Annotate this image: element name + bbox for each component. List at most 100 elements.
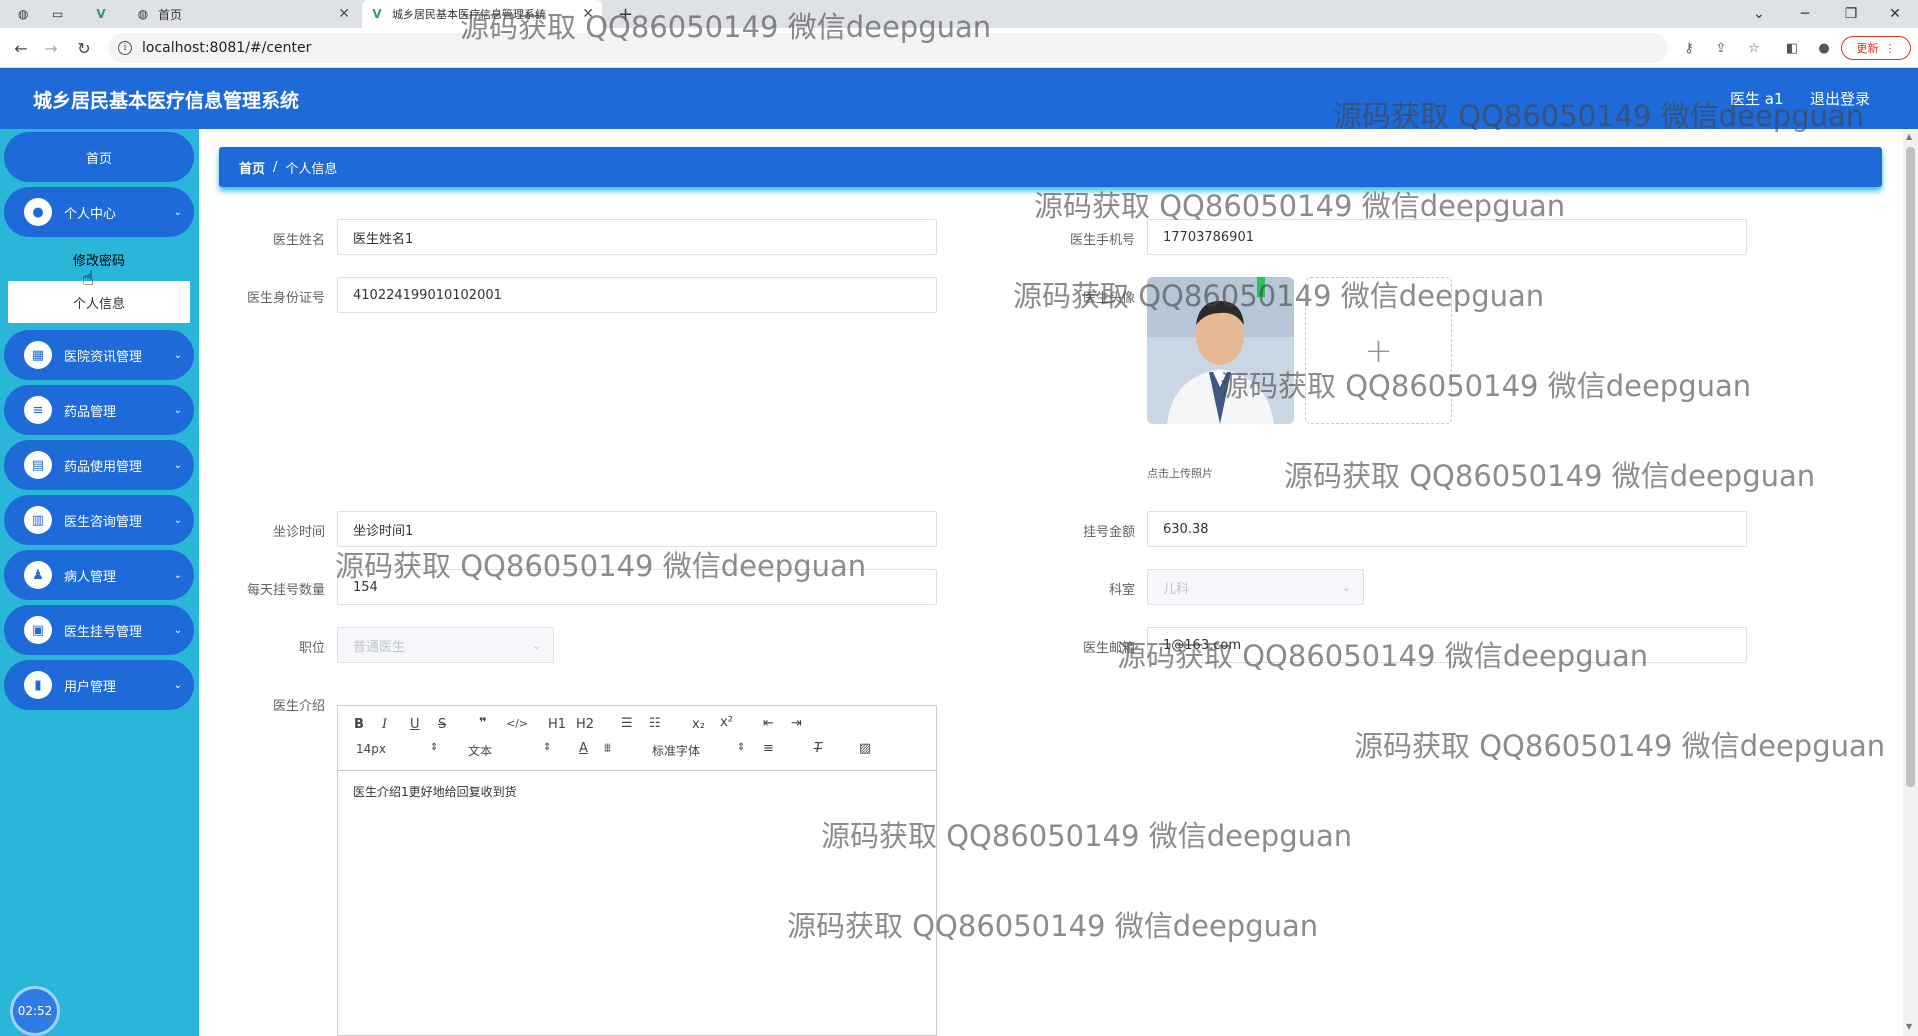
scroll-up-icon[interactable]: ▲ [1906, 132, 1912, 141]
editor-toolbar: B I U S ❞ </> H1 H2 ☰ ☷ x₂ x² ⇤ ⇥ 14px ⇕… [338, 706, 936, 771]
browser-tab-active[interactable]: V 城乡居民基本医疗信息管理系统 ✕ [362, 0, 602, 28]
sidebar-item-medicine-usage[interactable]: ▤ 药品使用管理 ⌄ [4, 440, 194, 490]
browser-tab[interactable]: ▭ [44, 0, 78, 28]
schedule-label: 坐诊时间 [272, 525, 325, 540]
bg-color-icon[interactable]: ⩩ [604, 741, 611, 756]
sidebar-item-doctor-consult[interactable]: ▥ 医生咨询管理 ⌄ [4, 495, 194, 545]
restore-icon[interactable]: ❐ [1828, 0, 1874, 28]
clock-widget: 02:52 [10, 986, 60, 1036]
watermark: 源码获取 QQ86050149 微信deepguan [1284, 459, 1816, 493]
chevron-down-icon: ⌄ [173, 679, 182, 691]
indent-icon[interactable]: ⇥ [791, 716, 802, 731]
sidebar-item-home[interactable]: 首页 [4, 132, 194, 182]
doctor-name-input[interactable]: 医生姓名1 [337, 219, 937, 255]
intro-editor: B I U S ❞ </> H1 H2 ☰ ☷ x₂ x² ⇤ ⇥ 14px ⇕… [337, 705, 937, 1036]
clear-format-icon[interactable]: T̶ [814, 741, 822, 756]
update-button[interactable]: 更新 ⋮ [1841, 36, 1911, 60]
url-input[interactable]: i localhost:8081/#/center [108, 33, 1668, 63]
sidebar-item-hospital-news[interactable]: ▦ 医院资讯管理 ⌄ [4, 330, 194, 380]
key-icon[interactable]: ⚷ [1680, 39, 1698, 57]
more-icon: ⋮ [1884, 41, 1896, 55]
font-size-select[interactable]: 14px [356, 742, 386, 756]
chevron-down-icon: ⌄ [173, 624, 182, 636]
sidebar-item-label: 首页 [85, 151, 112, 167]
sidebar-item-label: 个人中心 [64, 206, 117, 222]
font-family-select[interactable]: 标准字体 [652, 742, 700, 759]
subscript-button[interactable]: x₂ [692, 717, 705, 732]
scroll-thumb[interactable] [1906, 147, 1915, 787]
quote-icon[interactable]: ❞ [479, 716, 487, 731]
upload-photo-button[interactable]: + [1305, 277, 1452, 424]
info-icon[interactable]: i [118, 41, 132, 55]
text-color-icon[interactable]: A [579, 741, 588, 756]
sidebar-item-label: 药品使用管理 [64, 459, 143, 475]
bullet-list-icon[interactable]: ☷ [649, 716, 661, 731]
page-icon: ▭ [52, 7, 64, 21]
position-select[interactable]: 普通医生 ⌄ [337, 627, 554, 663]
heading1-button[interactable]: H1 [548, 717, 566, 732]
align-icon[interactable]: ≡ [763, 741, 774, 756]
sidebar-item-patients[interactable]: ♟ 病人管理 ⌄ [4, 550, 194, 600]
italic-icon[interactable]: I [382, 717, 387, 732]
profile-icon[interactable]: ● [1815, 39, 1833, 57]
email-input[interactable]: 1@163.com [1147, 627, 1747, 663]
close-window-icon[interactable]: ✕ [1872, 0, 1918, 28]
breadcrumb-current: 个人信息 [285, 161, 338, 177]
sidebar-item-personal-center[interactable]: ● 个人中心 ⌄ [4, 187, 194, 237]
sidebar-item-registration[interactable]: ▣ 医生挂号管理 ⌄ [4, 605, 194, 655]
sidebar-item-users[interactable]: ▮ 用户管理 ⌄ [4, 660, 194, 710]
page-scrollbar[interactable]: ▲ ▼ [1903, 129, 1918, 1036]
submenu-personal-info[interactable]: 个人信息 [8, 281, 190, 323]
sidebar-item-medicine[interactable]: ≡ 药品管理 ⌄ [4, 385, 194, 435]
bold-icon[interactable]: B [354, 717, 364, 732]
submenu-change-password[interactable]: 修改密码 [8, 238, 190, 280]
breadcrumb-home[interactable]: 首页 [239, 158, 265, 177]
reload-icon[interactable]: ↻ [73, 37, 95, 59]
browser-tab[interactable]: V [88, 0, 122, 28]
phone-input[interactable]: 17703786901 [1147, 219, 1747, 255]
sidepanel-icon[interactable]: ◧ [1783, 39, 1801, 57]
heading2-button[interactable]: H2 [576, 717, 594, 732]
department-select[interactable]: 儿科 ⌄ [1147, 569, 1364, 605]
editor-content[interactable]: 医生介绍1更好地给回复收到货 [338, 771, 936, 812]
sidebar-item-label: 药品管理 [64, 404, 117, 420]
underline-icon[interactable]: U [410, 717, 420, 732]
minimize-icon[interactable]: ─ [1782, 0, 1828, 28]
id-card-input[interactable]: 410224199010102001 [337, 277, 937, 313]
strike-icon[interactable]: S [438, 717, 446, 732]
close-icon[interactable]: ✕ [582, 6, 594, 22]
scroll-down-icon[interactable]: ▼ [1906, 1022, 1912, 1031]
browser-tab-home[interactable]: ◍ 首页 ✕ [128, 0, 358, 28]
share-icon[interactable]: ⇪ [1712, 39, 1730, 57]
sidebar-item-label: 用户管理 [64, 679, 117, 695]
star-icon[interactable]: ☆ [1745, 39, 1763, 57]
chart-icon: ▥ [24, 506, 52, 534]
code-icon[interactable]: </> [506, 717, 528, 730]
daily-quota-input[interactable]: 154 [337, 569, 937, 605]
sort-icon: ⇕ [737, 742, 746, 753]
ordered-list-icon[interactable]: ☰ [621, 716, 633, 731]
forward-icon[interactable]: → [40, 37, 62, 59]
globe-icon: ◍ [18, 7, 29, 21]
tab-search-icon[interactable]: ⌄ [1736, 0, 1782, 28]
sidebar-item-label: 医生挂号管理 [64, 624, 143, 640]
format-select[interactable]: 文本 [468, 742, 492, 759]
current-user: 医生 a1 [1730, 90, 1784, 108]
image-icon[interactable]: ▨ [859, 741, 871, 756]
superscript-button[interactable]: x² [720, 715, 733, 730]
position-value: 普通医生 [353, 639, 406, 655]
schedule-input[interactable]: 坐诊时间1 [337, 511, 937, 547]
sort-icon: ⇕ [543, 742, 552, 753]
new-tab-button[interactable]: + [610, 0, 640, 28]
logout-link[interactable]: 退出登录 [1810, 88, 1870, 109]
close-icon[interactable]: ✕ [338, 6, 350, 22]
chevron-down-icon: ⌄ [531, 638, 541, 652]
sidebar-item-label: 医院资讯管理 [64, 349, 143, 365]
browser-tab[interactable]: ◍ [10, 0, 44, 28]
doctor-photo[interactable] [1147, 277, 1294, 424]
outdent-icon[interactable]: ⇤ [763, 716, 774, 731]
chevron-down-icon: ⌄ [1341, 580, 1351, 594]
fee-input[interactable]: 630.38 [1147, 511, 1747, 547]
back-icon[interactable]: ← [10, 37, 32, 59]
browser-tab-bar: ◍ ▭ V ◍ 首页 ✕ V 城乡居民基本医疗信息管理系统 ✕ + ⌄ ─ ❐ … [0, 0, 1918, 28]
